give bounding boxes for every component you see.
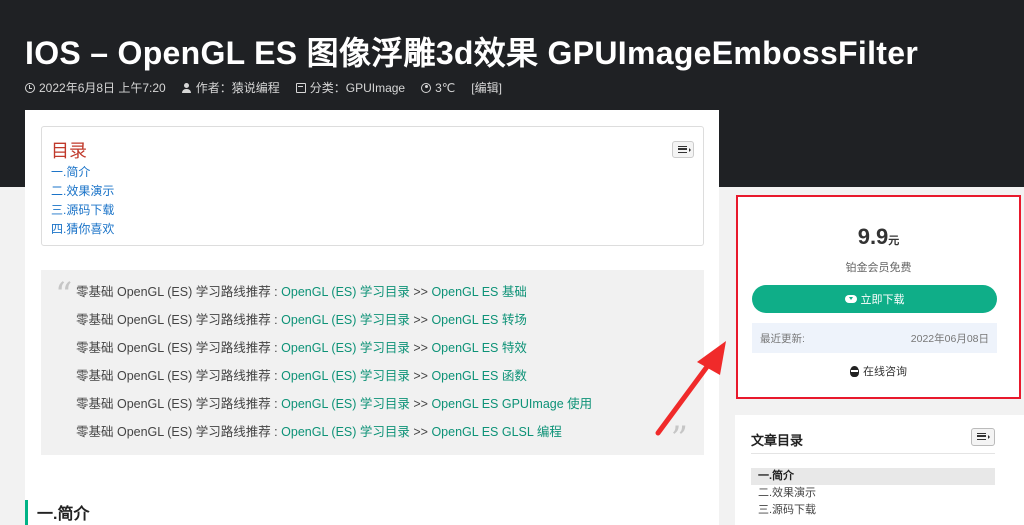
quote-line: 零基础 OpenGL (ES) 学习路线推荐 : OpenGL (ES) 学习目… bbox=[76, 278, 592, 306]
list-toggle-icon bbox=[678, 146, 691, 153]
quote-link-topic[interactable]: OpenGL ES GPUImage 使用 bbox=[431, 397, 592, 411]
quote-line: 零基础 OpenGL (ES) 学习路线推荐 : OpenGL (ES) 学习目… bbox=[76, 418, 592, 446]
toc-item-recommend[interactable]: 四.猜你喜欢 bbox=[51, 220, 114, 239]
quote-prefix: 零基础 OpenGL (ES) 学习路线推荐 : bbox=[76, 313, 282, 327]
download-button-label: 立即下载 bbox=[860, 294, 905, 306]
list-toggle-icon bbox=[977, 433, 990, 440]
updated-label: 最近更新: bbox=[760, 332, 805, 345]
quote-link-topic[interactable]: OpenGL ES 函数 bbox=[431, 369, 526, 383]
quote-link-topic[interactable]: OpenGL ES 转场 bbox=[431, 313, 526, 327]
table-of-contents: 目录 一.简介 二.效果演示 三.源码下载 四.猜你喜欢 bbox=[41, 126, 704, 246]
quote-sep: >> bbox=[409, 313, 432, 327]
consult-label: 在线咨询 bbox=[863, 366, 907, 378]
edit-link[interactable]: [编辑] bbox=[471, 79, 502, 96]
cloud-download-icon bbox=[844, 295, 857, 303]
divider bbox=[751, 453, 995, 454]
quote-line: 零基础 OpenGL (ES) 学习路线推荐 : OpenGL (ES) 学习目… bbox=[76, 334, 592, 362]
quote-prefix: 零基础 OpenGL (ES) 学习路线推荐 : bbox=[76, 341, 282, 355]
section-heading-intro: 一.简介 bbox=[25, 500, 89, 525]
sidebar-toc-item-intro[interactable]: 一.简介 bbox=[751, 468, 995, 485]
meta-author[interactable]: 作者：猿说编程 bbox=[182, 79, 280, 96]
meta-category[interactable]: 分类：GPUImage bbox=[295, 79, 405, 96]
meta-category-text[interactable]: 分类：GPUImage bbox=[310, 79, 405, 96]
price: 9.9元 bbox=[738, 224, 1019, 250]
quote-link-catalog[interactable]: OpenGL (ES) 学习目录 bbox=[281, 341, 410, 355]
learning-path-quote: “ 零基础 OpenGL (ES) 学习路线推荐 : OpenGL (ES) 学… bbox=[41, 270, 704, 459]
meta-author-text[interactable]: 作者：猿说编程 bbox=[196, 79, 280, 96]
download-panel: 9.9元 铂金会员免费 立即下载 最近更新: 2022年06月08日 在线咨询 bbox=[736, 195, 1021, 399]
post-meta: 2022年6月8日 上午7:20 作者：猿说编程 分类：GPUImage 3℃ … bbox=[25, 79, 518, 96]
user-icon bbox=[182, 82, 192, 93]
quote-line: 零基础 OpenGL (ES) 学习路线推荐 : OpenGL (ES) 学习目… bbox=[76, 306, 592, 334]
folder-icon bbox=[295, 82, 306, 93]
toc-item-demo[interactable]: 二.效果演示 bbox=[51, 182, 114, 201]
last-updated: 最近更新: 2022年06月08日 bbox=[752, 323, 997, 353]
quote-sep: >> bbox=[409, 341, 432, 355]
download-button[interactable]: 立即下载 bbox=[752, 285, 997, 313]
quote-lines: 零基础 OpenGL (ES) 学习路线推荐 : OpenGL (ES) 学习目… bbox=[76, 278, 592, 446]
quote-sep: >> bbox=[409, 285, 432, 299]
meta-views-text: 3℃ bbox=[435, 80, 456, 95]
sidebar-toc-item-demo[interactable]: 二.效果演示 bbox=[751, 485, 995, 502]
toc-toggle-button[interactable] bbox=[672, 141, 694, 158]
quote-sep: >> bbox=[409, 397, 432, 411]
quote-link-topic[interactable]: OpenGL ES GLSL 编程 bbox=[431, 425, 561, 439]
quote-link-catalog[interactable]: OpenGL (ES) 学习目录 bbox=[281, 369, 410, 383]
sidebar-toc-item-download[interactable]: 三.源码下载 bbox=[751, 502, 995, 519]
meta-date-text: 2022年6月8日 上午7:20 bbox=[39, 81, 166, 95]
updated-value: 2022年06月08日 bbox=[910, 332, 989, 345]
qq-icon bbox=[850, 365, 859, 377]
sidebar-toc-list: 一.简介 二.效果演示 三.源码下载 bbox=[751, 468, 995, 519]
quote-link-topic[interactable]: OpenGL ES 基础 bbox=[431, 285, 526, 299]
quote-sep: >> bbox=[409, 425, 432, 439]
member-free-note: 铂金会员免费 bbox=[845, 262, 912, 274]
quote-open-mark: “ bbox=[55, 275, 73, 315]
meta-date: 2022年6月8日 上午7:20 bbox=[25, 79, 166, 96]
price-unit: 元 bbox=[888, 235, 900, 247]
quote-close-mark: ” bbox=[670, 419, 688, 459]
sidebar-toc-title: 文章目录 bbox=[751, 433, 804, 448]
quote-link-topic[interactable]: OpenGL ES 特效 bbox=[431, 341, 526, 355]
clock-icon bbox=[25, 82, 35, 93]
toc-item-download[interactable]: 三.源码下载 bbox=[51, 201, 114, 220]
quote-sep: >> bbox=[409, 369, 432, 383]
quote-prefix: 零基础 OpenGL (ES) 学习路线推荐 : bbox=[76, 369, 282, 383]
sidebar-toc-toggle-button[interactable] bbox=[971, 428, 995, 446]
meta-views: 3℃ bbox=[421, 81, 455, 95]
sidebar-article-toc: 文章目录 一.简介 二.效果演示 三.源码下载 bbox=[735, 415, 1024, 525]
price-value: 9.9 bbox=[857, 224, 889, 249]
quote-link-catalog[interactable]: OpenGL (ES) 学习目录 bbox=[281, 397, 410, 411]
quote-link-catalog[interactable]: OpenGL (ES) 学习目录 bbox=[281, 313, 410, 327]
quote-prefix: 零基础 OpenGL (ES) 学习路线推荐 : bbox=[76, 425, 282, 439]
quote-link-catalog[interactable]: OpenGL (ES) 学习目录 bbox=[281, 285, 410, 299]
quote-line: 零基础 OpenGL (ES) 学习路线推荐 : OpenGL (ES) 学习目… bbox=[76, 390, 592, 418]
quote-prefix: 零基础 OpenGL (ES) 学习路线推荐 : bbox=[76, 397, 282, 411]
quote-prefix: 零基础 OpenGL (ES) 学习路线推荐 : bbox=[76, 285, 282, 299]
toc-item-intro[interactable]: 一.简介 bbox=[51, 163, 114, 182]
article-body: 目录 一.简介 二.效果演示 三.源码下载 四.猜你喜欢 “ 零基础 OpenG… bbox=[25, 110, 719, 525]
eye-icon bbox=[421, 82, 432, 93]
toc-title: 目录 bbox=[51, 141, 87, 161]
page-title: IOS – OpenGL ES 图像浮雕3d效果 GPUImageEmbossF… bbox=[25, 35, 919, 71]
toc-list: 一.简介 二.效果演示 三.源码下载 四.猜你喜欢 bbox=[51, 163, 114, 239]
online-consult-link[interactable]: 在线咨询 bbox=[738, 363, 1019, 379]
quote-link-catalog[interactable]: OpenGL (ES) 学习目录 bbox=[281, 425, 410, 439]
quote-line: 零基础 OpenGL (ES) 学习路线推荐 : OpenGL (ES) 学习目… bbox=[76, 362, 592, 390]
